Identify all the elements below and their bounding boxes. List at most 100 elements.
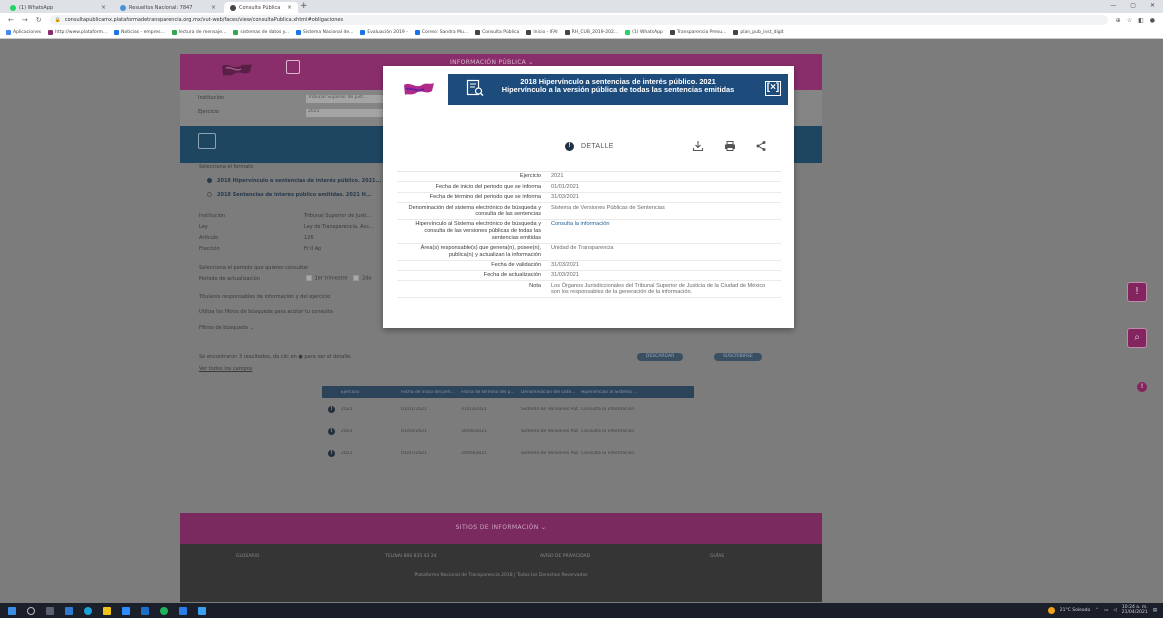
volume-icon[interactable]: ◁ <box>1113 608 1116 613</box>
subscribe-button[interactable]: SUSCRIBIRSE <box>714 353 762 361</box>
table-cell: Sistema de Versiones Públi... <box>521 450 578 456</box>
share-icon[interactable] <box>755 140 767 152</box>
detail-field-value: Unidad de Transparencia <box>551 245 614 252</box>
info-icon[interactable]: ! <box>328 427 335 435</box>
chrome-icon[interactable] <box>84 606 92 615</box>
download-icon[interactable] <box>692 140 704 152</box>
table-cell[interactable]: Consulta la información <box>578 407 638 412</box>
print-icon[interactable] <box>724 140 736 152</box>
tab-title: (1) WhatsApp <box>19 4 54 11</box>
radio-icon[interactable] <box>207 192 212 197</box>
profile-icon[interactable]: ● <box>1150 17 1155 24</box>
weather-text[interactable]: 21°C Soleado <box>1060 608 1091 613</box>
edge-icon[interactable] <box>65 606 73 615</box>
reload-icon[interactable]: ↻ <box>36 16 42 24</box>
table-cell[interactable]: Consulta la información <box>578 429 638 434</box>
word-icon[interactable] <box>179 606 187 615</box>
bookmark-item[interactable]: (1) WhatsApp <box>625 30 663 35</box>
table-cell: 2021 <box>341 428 353 434</box>
bookmark-item[interactable]: lectura de mensaje... <box>171 30 226 35</box>
task-view-icon[interactable] <box>46 606 54 615</box>
new-tab-button[interactable]: + <box>300 1 308 11</box>
bookmark-item[interactable]: http://www.plataform... <box>48 30 107 35</box>
clock[interactable]: 10:24 a. m. 21/04/2021 <box>1122 605 1148 615</box>
year-select[interactable]: 2021 <box>306 109 386 117</box>
mail-icon[interactable] <box>122 606 130 615</box>
checkbox-icon[interactable] <box>305 275 312 281</box>
radio-selected-icon[interactable] <box>207 178 212 183</box>
bookmark-icon <box>114 30 120 35</box>
detail-field-label: Fecha de validación <box>491 262 541 269</box>
star-icon[interactable]: ☆ <box>1127 17 1132 24</box>
bookmark-item[interactable]: Aplicaciones <box>6 30 41 35</box>
bookmark-label: Evaluación 2019 - <box>367 30 408 35</box>
close-button[interactable]: [×] <box>765 81 781 96</box>
header-title[interactable]: INFORMACIÓN PÚBLICA ⌄ <box>450 59 534 66</box>
download-button[interactable]: DESCARGAR <box>637 353 684 361</box>
app-icon[interactable] <box>198 606 206 615</box>
institution-select[interactable]: Tribunal Superior de Just... <box>306 95 386 103</box>
footer-glossary-link[interactable]: GLOSARIO <box>236 554 259 559</box>
see-all-fields-link[interactable]: Ver todos los campos <box>199 366 252 372</box>
close-icon[interactable]: × <box>211 4 216 11</box>
bookmark-item[interactable]: RH_CUB_2019-202... <box>564 30 618 35</box>
minimize-icon[interactable]: — <box>1110 2 1116 9</box>
detail-field-label: Denominación del sistema electrónico de … <box>408 204 541 218</box>
bookmark-item[interactable]: Inicio - IFAI <box>526 30 558 35</box>
bookmark-item[interactable]: sistemas de datos y... <box>233 30 289 35</box>
zoom-icon[interactable]: ⊕ <box>1116 17 1121 24</box>
tab-resueltos[interactable]: Resueltos Nacional: 7847 × <box>114 2 222 13</box>
alert-icon[interactable]: ! <box>1127 282 1147 302</box>
forward-icon[interactable]: → <box>22 16 28 24</box>
bookmark-label: Transparencia Presu... <box>676 30 727 35</box>
store-icon[interactable] <box>141 606 149 615</box>
bookmark-item[interactable]: Consulta Pública <box>475 30 519 35</box>
info-icon[interactable]: ! <box>1137 382 1147 392</box>
footer-phone: TELINAI 800 835 43 24 <box>385 554 437 559</box>
detail-row: Denominación del sistema electrónico de … <box>397 203 781 221</box>
whatsapp-icon[interactable] <box>160 606 168 615</box>
format-option-1[interactable]: 2018 Hipervínculo a sentencias de interé… <box>207 178 381 184</box>
maximize-icon[interactable]: ▢ <box>1130 2 1136 9</box>
table-header-cell[interactable]: Hipervínculo al Sistema ... <box>578 390 638 395</box>
search-icon[interactable] <box>27 606 35 615</box>
notifications-icon[interactable]: ▤ <box>1153 608 1157 613</box>
windows-start-icon[interactable] <box>8 606 16 615</box>
format-option-2[interactable]: 2018 Sentencias de interés público emiti… <box>207 192 371 198</box>
tab-consulta-publica[interactable]: Consulta Pública × <box>224 2 298 13</box>
bookmark-item[interactable]: Transparencia Presu... <box>669 30 727 35</box>
search-filters-toggle[interactable]: Filtros de búsqueda ⌄ <box>199 325 254 331</box>
extensions-icon[interactable]: ◧ <box>1138 17 1144 24</box>
table-header-cell[interactable]: Ejercicio <box>338 390 398 395</box>
table-header-cell[interactable]: Denominación del siste... <box>518 390 578 395</box>
footer-title[interactable]: SITIOS DE INFORMACIÓN ⌄ <box>180 524 822 531</box>
address-bar[interactable]: 🔒 consultapublicamx.plataformadetranspar… <box>49 15 1108 25</box>
bookmark-item[interactable]: plan_pub_inst_digit <box>733 30 784 35</box>
file-explorer-icon[interactable] <box>103 606 111 615</box>
tray-chevron-icon[interactable]: ⌃ <box>1095 608 1099 613</box>
close-icon[interactable]: × <box>287 4 292 11</box>
close-window-icon[interactable]: ✕ <box>1150 2 1155 9</box>
close-icon[interactable]: × <box>101 4 106 11</box>
search-icon[interactable]: ⌕ <box>1127 328 1147 348</box>
back-icon[interactable]: ← <box>8 16 14 24</box>
bookmark-item[interactable]: Sistema Nacional de... <box>296 30 353 35</box>
info-icon[interactable]: ! <box>328 449 335 457</box>
bookmark-label: plan_pub_inst_digit <box>740 30 784 35</box>
footer-privacy-link[interactable]: AVISO DE PRIVACIDAD <box>540 554 590 559</box>
bookmark-item[interactable]: Correo: Sandra Mu... <box>414 30 468 35</box>
network-icon[interactable]: ▭ <box>1104 608 1108 613</box>
checkbox-icon[interactable] <box>353 275 360 281</box>
table-header-cell[interactable]: Fecha de término del p... <box>458 390 518 395</box>
detail-field-link[interactable]: Consulta la información <box>551 221 781 241</box>
bookmark-item[interactable]: Noticias - empres... <box>114 30 165 35</box>
info-icon[interactable]: ! <box>328 405 335 413</box>
bookmark-item[interactable]: Evaluación 2019 - <box>360 30 408 35</box>
tab-whatsapp[interactable]: (1) WhatsApp × <box>4 2 112 13</box>
table-header-cell[interactable]: Fecha de inicio del peri... <box>398 390 458 395</box>
bookmark-icon <box>6 30 11 35</box>
modal-title: 2018 Hipervínculo a sentencias de interé… <box>501 77 735 94</box>
table-cell: 01/01/2021 <box>401 406 427 412</box>
table-cell[interactable]: Consulta la información <box>578 451 638 456</box>
footer-guides-link[interactable]: GUÍAS <box>710 554 724 559</box>
